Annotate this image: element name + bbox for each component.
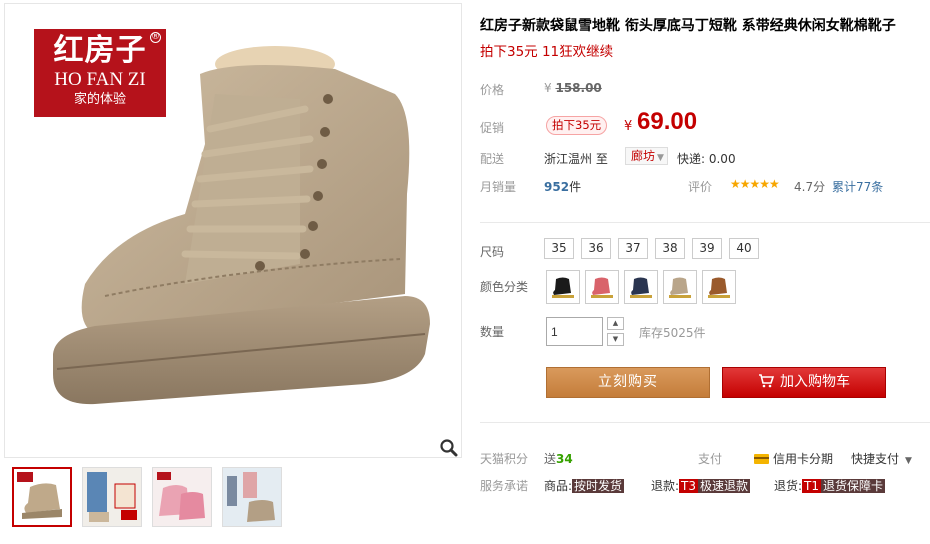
- promo-price: 69.00: [637, 108, 698, 135]
- service-tag: 按时发货: [572, 479, 625, 493]
- quick-pay-dropdown[interactable]: 快捷支付 ▼: [851, 450, 912, 467]
- price-label: 价格: [480, 83, 505, 97]
- size-option[interactable]: 36: [581, 238, 611, 259]
- quantity-decrease-button[interactable]: ▼: [607, 333, 624, 346]
- service-tag: 退货保障卡: [821, 479, 886, 493]
- monthly-sales-label: 月销量: [480, 180, 517, 194]
- thumbnail-strip: [12, 467, 282, 527]
- main-product-image[interactable]: 红房子 ® HO FAN ZI 家的体验: [4, 3, 462, 458]
- promo-currency: ¥: [624, 119, 633, 134]
- currency-symbol: ¥: [544, 81, 552, 95]
- product-subtitle: 拍下35元 11狂欢继续: [480, 44, 614, 60]
- shipping-label: 配送: [480, 152, 505, 166]
- service-prefix: 商品:: [544, 479, 573, 493]
- size-option[interactable]: 39: [692, 238, 722, 259]
- sales-unit: 件: [569, 180, 582, 194]
- quantity-label: 数量: [480, 325, 505, 339]
- brand-name-cn: 红房子: [53, 33, 147, 68]
- points-prefix: 送: [544, 452, 557, 466]
- buy-now-button[interactable]: 立刻购买: [546, 367, 710, 398]
- brand-tagline: 家的体验: [73, 92, 126, 107]
- divider: [480, 422, 930, 423]
- cart-icon: [759, 373, 774, 387]
- size-option[interactable]: 35: [544, 238, 574, 259]
- rating-score: 4.7分: [794, 180, 826, 194]
- color-label: 颜色分类: [480, 280, 529, 294]
- service-label: 服务承诺: [480, 479, 529, 493]
- rating-label: 评价: [688, 180, 713, 194]
- credit-installment-label: 信用卡分期: [773, 452, 834, 466]
- color-options: [546, 270, 736, 304]
- brand-name-en: HO FAN ZI: [54, 69, 146, 90]
- thumbnail-2[interactable]: [82, 467, 142, 527]
- credit-installment-link[interactable]: 信用卡分期: [754, 450, 833, 467]
- promo-label: 促销: [480, 121, 505, 135]
- service-code: T3: [679, 479, 699, 493]
- sales-count: 952: [544, 180, 570, 194]
- chevron-down-icon: ▼: [657, 153, 664, 163]
- points-label: 天猫积分: [480, 452, 529, 466]
- product-gallery: 红房子 ® HO FAN ZI 家的体验: [4, 3, 462, 539]
- service-item[interactable]: 退货: T1 退货保障卡: [774, 477, 886, 494]
- ship-to-value: 廊坊: [631, 149, 656, 163]
- service-prefix: 退款:: [651, 479, 680, 493]
- quantity-increase-button[interactable]: ▲: [607, 317, 624, 330]
- ship-to-selector[interactable]: 廊坊 ▼: [625, 147, 668, 165]
- brand-logo: 红房子 ® HO FAN ZI 家的体验: [34, 29, 166, 117]
- thumbnail-1[interactable]: [12, 467, 72, 527]
- size-option[interactable]: 40: [729, 238, 759, 259]
- divider: [480, 222, 930, 223]
- stock-count: 库存5025件: [639, 326, 706, 340]
- points-number: 34: [556, 452, 573, 466]
- size-options: 35 36 37 38 39 40: [544, 238, 759, 259]
- review-count-link[interactable]: 累计77条: [832, 178, 883, 195]
- chevron-down-icon: ▼: [905, 456, 912, 466]
- original-price: ¥ 158.00: [544, 81, 602, 95]
- ship-from: 浙江温州 至: [544, 152, 608, 166]
- monthly-sales: 952件: [544, 178, 581, 195]
- size-label: 尺码: [480, 245, 505, 259]
- add-to-cart-label: 加入购物车: [780, 374, 850, 390]
- product-title: 红房子新款袋鼠雪地靴 衔头厚底马丁短靴 系带经典休闲女靴棉靴子: [480, 18, 896, 34]
- size-option[interactable]: 38: [655, 238, 685, 259]
- color-option-pink[interactable]: [585, 270, 619, 304]
- product-info-panel: 红房子新款袋鼠雪地靴 衔头厚底马丁短靴 系带经典休闲女靴棉靴子 拍下35元 11…: [470, 0, 930, 544]
- service-code: T1: [802, 479, 822, 493]
- color-option-navy[interactable]: [624, 270, 658, 304]
- registered-mark: ®: [150, 32, 161, 43]
- service-tag: 极速退款: [698, 479, 751, 493]
- color-option-black[interactable]: [546, 270, 580, 304]
- color-option-brown[interactable]: [702, 270, 736, 304]
- size-option[interactable]: 37: [618, 238, 648, 259]
- add-to-cart-button[interactable]: 加入购物车: [722, 367, 886, 398]
- payment-label: 支付: [698, 452, 723, 466]
- original-price-value: 158.00: [555, 81, 602, 95]
- points-value: 送34: [544, 450, 573, 467]
- credit-card-icon: [754, 454, 769, 464]
- quantity-input[interactable]: [546, 317, 603, 346]
- quick-pay-label: 快捷支付: [851, 452, 900, 466]
- color-option-khaki[interactable]: [663, 270, 697, 304]
- rating-stars-icon: ★★★★★: [730, 177, 780, 191]
- service-item[interactable]: 退款: T3 极速退款: [651, 477, 751, 494]
- service-prefix: 退货:: [774, 479, 803, 493]
- price-box: 价格 ¥ 158.00 促销 拍下35元 ¥ 69.00 配送 浙江温州 至 廊…: [480, 65, 930, 221]
- service-item[interactable]: 商品: 按时发货: [544, 477, 625, 494]
- promo-badge: 拍下35元: [546, 116, 608, 135]
- shipping-fee: 快递: 0.00: [677, 152, 736, 166]
- zoom-icon[interactable]: [439, 438, 459, 457]
- thumbnail-4[interactable]: [222, 467, 282, 527]
- thumbnail-3[interactable]: [152, 467, 212, 527]
